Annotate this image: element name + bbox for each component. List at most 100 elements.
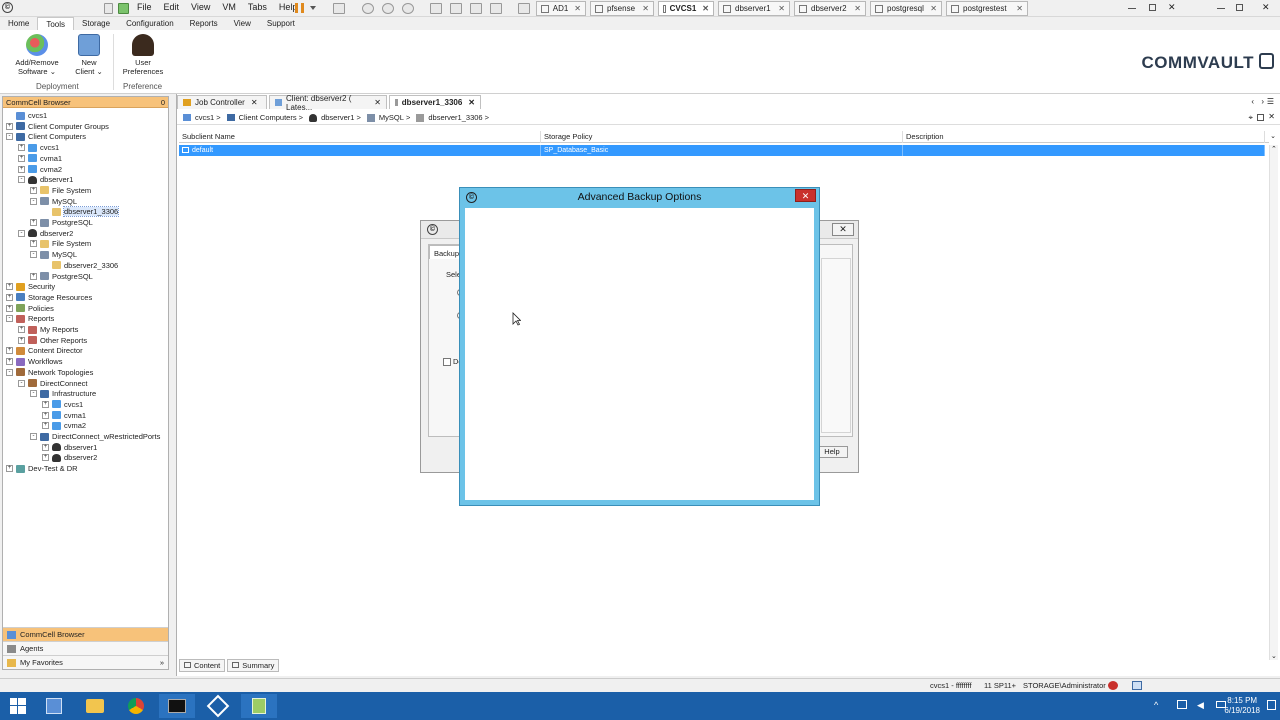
close-icon[interactable]: ✕: [374, 98, 381, 107]
expand-icon[interactable]: +: [42, 411, 49, 419]
crumb-client-computers[interactable]: Client Computers >: [226, 113, 303, 122]
tree-item[interactable]: - dbserver1: [18, 174, 73, 185]
tab-job-controller[interactable]: Job Controller ✕: [177, 95, 267, 109]
add-remove-software-button[interactable]: Add/Remove Software ⌄: [10, 34, 64, 76]
vm-tab-pfsense[interactable]: pfsense ✕: [590, 1, 654, 16]
scroll-left-icon[interactable]: ‹: [1251, 97, 1254, 106]
expand-icon[interactable]: +: [6, 465, 13, 473]
tree-item[interactable]: dbserver2_3306: [42, 260, 118, 271]
collapse-icon[interactable]: -: [30, 433, 37, 440]
alert-icon[interactable]: [1108, 681, 1118, 690]
pause-icon[interactable]: [295, 3, 304, 13]
close-icon[interactable]: ✕: [468, 98, 475, 107]
vm-tab-cvcs1[interactable]: CVCS1 ✕: [658, 1, 714, 16]
user-preferences-button[interactable]: User Preferences: [118, 34, 168, 76]
vm-tab-dbserver2[interactable]: dbserver2 ✕: [794, 1, 866, 16]
column-description[interactable]: Description: [903, 131, 1265, 143]
tray-expand-icon[interactable]: ^: [1154, 700, 1158, 710]
table-row[interactable]: default SP_Database_Basic: [179, 145, 1265, 156]
send-keys-icon[interactable]: [333, 3, 345, 14]
collapse-icon[interactable]: -: [30, 390, 37, 398]
menu-edit[interactable]: Edit: [164, 2, 180, 12]
menu-file[interactable]: File: [137, 2, 152, 12]
scroll-right-icon[interactable]: ›: [1261, 97, 1264, 106]
close-icon[interactable]: ✕: [636, 4, 649, 13]
tree-item[interactable]: + File System: [30, 185, 91, 196]
tree-item[interactable]: + cvcs1: [18, 142, 59, 153]
expand-icon[interactable]: +: [6, 293, 13, 301]
tree-item[interactable]: + cvma1: [18, 153, 62, 164]
tree-item[interactable]: + cvma2: [18, 164, 62, 175]
close-icon[interactable]: ✕: [924, 4, 937, 13]
tree-item[interactable]: + My Reports: [18, 324, 78, 335]
expand-icon[interactable]: +: [6, 122, 13, 130]
tree-item[interactable]: cvcs1: [6, 110, 47, 121]
close-icon[interactable]: ✕: [848, 4, 861, 13]
tree-item[interactable]: + cvcs1: [42, 399, 83, 410]
expand-icon[interactable]: +: [42, 422, 49, 430]
column-subclient-name[interactable]: Subclient Name: [179, 131, 541, 143]
tree-item[interactable]: - Network Topologies: [6, 367, 93, 378]
fullscreen-icon[interactable]: [470, 3, 482, 14]
vm-tab-postgrestest[interactable]: postgrestest ✕: [946, 1, 1028, 16]
expand-icon[interactable]: +: [6, 304, 13, 312]
collapse-icon[interactable]: -: [18, 229, 25, 237]
collapse-icon[interactable]: -: [6, 315, 13, 323]
table-scrollbar[interactable]: ⌃ ⌄: [1269, 145, 1278, 660]
tab-list-icon[interactable]: ☰: [1267, 97, 1274, 106]
server-manager-button[interactable]: [36, 694, 72, 718]
network-icon[interactable]: [1177, 700, 1187, 709]
close-icon[interactable]: ✕: [1010, 4, 1023, 13]
tree-item[interactable]: - Reports: [6, 313, 54, 324]
vm-icon[interactable]: [118, 3, 129, 14]
scroll-up-icon[interactable]: ⌃: [1271, 145, 1277, 153]
tree-item[interactable]: + File System: [30, 238, 91, 249]
tab-storage[interactable]: Storage: [74, 17, 118, 30]
crumb-dbserver1[interactable]: dbserver1 >: [309, 113, 361, 122]
close-icon[interactable]: ✕: [696, 4, 709, 13]
expand-icon[interactable]: +: [30, 186, 37, 194]
tree-item[interactable]: - MySQL: [30, 196, 77, 207]
close-icon[interactable]: ✕: [772, 4, 785, 13]
tab-content[interactable]: Content: [179, 659, 226, 672]
expand-icon[interactable]: +: [30, 219, 37, 226]
tab-client-dbserver2[interactable]: Client: dbserver2 ( Lates... ✕: [269, 94, 387, 112]
console-icon[interactable]: [518, 3, 530, 14]
expand-icon[interactable]: +: [18, 336, 25, 344]
vm-tab-postgresql[interactable]: postgresql ✕: [870, 1, 942, 16]
tree-item[interactable]: + dbserver1: [42, 442, 97, 453]
notepad-button[interactable]: [241, 694, 277, 718]
tab-dbserver1-3306[interactable]: dbserver1_3306 ✕: [389, 95, 481, 109]
tree-item[interactable]: + cvma2: [42, 420, 86, 431]
menu-vm[interactable]: VM: [222, 2, 236, 12]
collapse-icon[interactable]: -: [30, 251, 37, 259]
collapse-icon[interactable]: -: [6, 133, 13, 141]
menu-view[interactable]: View: [191, 2, 210, 12]
tree-item[interactable]: - DirectConnect: [18, 378, 88, 389]
crumb-mysql[interactable]: MySQL >: [366, 113, 410, 122]
collapse-icon[interactable]: -: [18, 176, 25, 184]
tree-item[interactable]: - Infrastructure: [30, 388, 96, 399]
menu-tabs[interactable]: Tabs: [248, 2, 267, 12]
tab-view[interactable]: View: [226, 17, 259, 30]
restore-icon[interactable]: [1149, 4, 1156, 11]
sidebar-icon[interactable]: [430, 3, 442, 14]
collapse-icon[interactable]: -: [30, 197, 37, 205]
tree-item[interactable]: - Client Computers: [6, 131, 86, 142]
window-close-icon[interactable]: ✕: [1262, 2, 1270, 13]
taskbar-clock[interactable]: 8:15 PM 6/19/2018: [1224, 696, 1260, 716]
tree-item[interactable]: + Content Director: [6, 345, 83, 356]
revert-icon[interactable]: [382, 3, 394, 14]
expand-icon[interactable]: +: [6, 358, 13, 366]
tree-item[interactable]: + PostgreSQL: [30, 271, 93, 282]
expand-icon[interactable]: +: [6, 283, 13, 291]
tab-home[interactable]: Home: [0, 17, 37, 30]
tree-item[interactable]: + Dev-Test & DR: [6, 463, 78, 474]
expand-icon[interactable]: +: [42, 400, 49, 408]
tree-item[interactable]: - MySQL: [30, 249, 77, 260]
dropdown-arrow-icon[interactable]: [310, 6, 316, 10]
vm-tab-ad1[interactable]: AD1 ✕: [536, 1, 586, 16]
minimize-icon[interactable]: [1128, 8, 1136, 9]
nav-agents[interactable]: Agents: [3, 641, 168, 655]
column-chooser-icon[interactable]: ⌄: [1270, 132, 1276, 140]
